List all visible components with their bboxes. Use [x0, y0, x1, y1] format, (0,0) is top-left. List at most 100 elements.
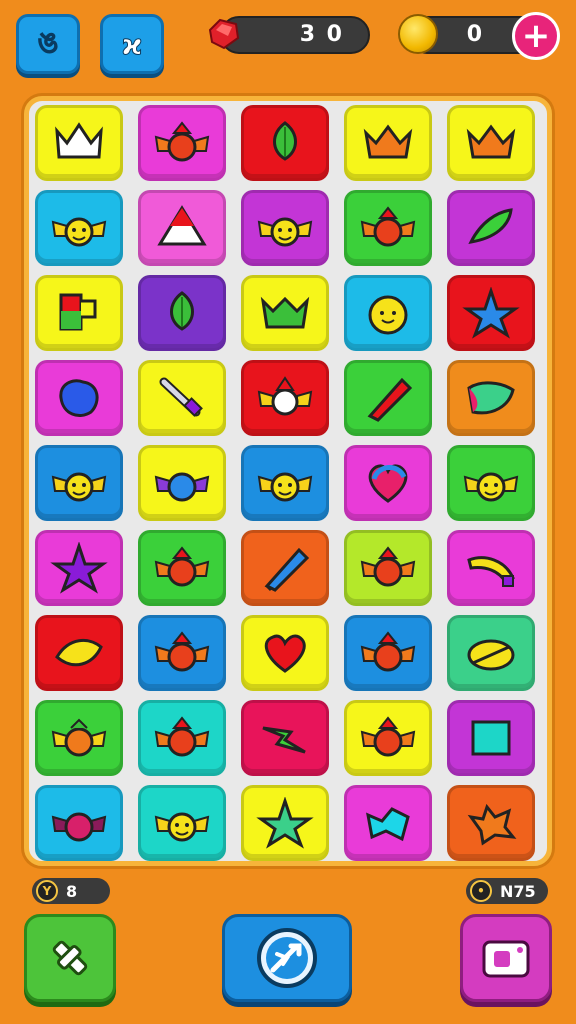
banana-icon	[467, 556, 515, 587]
heart-rainbow-icon	[368, 464, 408, 503]
winged-orange-icon	[51, 718, 107, 757]
game-tile[interactable]	[35, 105, 123, 181]
game-tile[interactable]	[35, 700, 123, 776]
game-tile[interactable]	[447, 190, 535, 266]
bulb-green-icon	[170, 291, 194, 331]
winged-white-icon	[257, 376, 313, 416]
winged-red-icon	[154, 546, 210, 587]
game-tile[interactable]	[241, 445, 329, 521]
game-tile[interactable]	[447, 615, 535, 691]
gem-count: 3 0	[299, 22, 344, 47]
game-tile[interactable]	[138, 785, 226, 861]
game-tile[interactable]	[447, 105, 535, 181]
game-tile[interactable]	[138, 530, 226, 606]
menu-button-b[interactable]: ϰ	[100, 14, 164, 74]
blob-cyan-icon	[366, 807, 410, 842]
add-coins-button[interactable]: +	[512, 12, 560, 60]
game-tile[interactable]	[138, 275, 226, 351]
crown-orange-icon	[363, 124, 413, 159]
game-tile[interactable]	[138, 615, 226, 691]
game-tile[interactable]	[35, 530, 123, 606]
game-tile[interactable]	[35, 190, 123, 266]
game-tile[interactable]	[447, 530, 535, 606]
game-tile[interactable]	[344, 105, 432, 181]
game-tile[interactable]	[344, 445, 432, 521]
tool-small-icon: Y	[36, 880, 58, 902]
winged-yellow-icon	[154, 812, 210, 842]
pencil-blue-icon	[264, 547, 310, 592]
wrench-icon	[52, 940, 88, 976]
game-tile[interactable]	[241, 530, 329, 606]
winged-red-icon	[154, 716, 210, 757]
game-tile[interactable]	[138, 105, 226, 181]
game-tile[interactable]	[241, 360, 329, 436]
coin-icon	[398, 14, 438, 54]
winged-red-icon	[360, 716, 416, 757]
game-tile[interactable]	[447, 785, 535, 861]
lemon-icon	[467, 639, 515, 671]
score-small-icon: •	[470, 880, 492, 902]
game-tile[interactable]	[241, 785, 329, 861]
winged-yellow-icon	[257, 217, 313, 247]
moves-counter: Y 8	[32, 878, 110, 904]
plus-icon: +	[521, 16, 551, 56]
star-green-icon	[256, 797, 314, 849]
camera-button[interactable]	[460, 914, 552, 1002]
square-teal-icon	[471, 720, 511, 756]
game-tile[interactable]	[138, 445, 226, 521]
game-tile[interactable]	[447, 700, 535, 776]
game-tile[interactable]	[138, 700, 226, 776]
bird-yellow-icon	[55, 638, 103, 667]
game-tile[interactable]	[138, 190, 226, 266]
game-tile[interactable]	[241, 700, 329, 776]
game-tile[interactable]	[241, 190, 329, 266]
winged-yellow-icon	[51, 217, 107, 247]
game-tile[interactable]	[344, 360, 432, 436]
score-counter: • N75	[466, 878, 548, 904]
game-tile[interactable]	[344, 785, 432, 861]
game-tile[interactable]	[344, 275, 432, 351]
winged-red-icon	[360, 631, 416, 672]
shuffle-icon	[257, 928, 317, 988]
zigzag-green-icon	[262, 726, 306, 754]
splat-orange-icon	[467, 803, 517, 846]
game-tile[interactable]	[447, 275, 535, 351]
game-tile[interactable]	[344, 700, 432, 776]
winged-red-icon	[154, 121, 210, 162]
score-value: N75	[500, 881, 536, 901]
menu-button-a[interactable]: ঙ	[16, 14, 80, 74]
game-tile[interactable]	[35, 275, 123, 351]
winged-yellow-icon	[463, 472, 519, 502]
winged-red-icon	[154, 631, 210, 672]
game-tile[interactable]	[447, 360, 535, 436]
blob-blue-icon	[59, 379, 99, 417]
coin-count: 0	[466, 22, 484, 47]
game-tile[interactable]	[447, 445, 535, 521]
heart-red-icon	[264, 634, 306, 673]
shuffle-button[interactable]	[222, 914, 352, 1002]
game-tile[interactable]	[35, 785, 123, 861]
game-tile[interactable]	[344, 530, 432, 606]
crown-green-icon	[260, 296, 310, 329]
sun-face-icon	[368, 295, 408, 335]
triangle-icon	[157, 205, 207, 246]
game-tile[interactable]	[241, 615, 329, 691]
winged-yellow-icon	[51, 472, 107, 502]
game-tile[interactable]	[35, 445, 123, 521]
game-tile[interactable]	[35, 615, 123, 691]
shield-green-icon	[467, 381, 515, 415]
crown-white-icon	[55, 122, 103, 159]
game-tile[interactable]	[35, 360, 123, 436]
camera-icon	[482, 940, 530, 978]
game-tile[interactable]	[241, 275, 329, 351]
bulb-green-icon	[273, 121, 297, 161]
game-tile[interactable]	[138, 360, 226, 436]
game-tile[interactable]	[344, 190, 432, 266]
game-tile[interactable]	[344, 615, 432, 691]
game-tile[interactable]	[241, 105, 329, 181]
winged-red-icon	[360, 206, 416, 247]
leaf-green-icon	[468, 208, 513, 244]
star-purple-icon	[50, 542, 108, 594]
flag-icon	[59, 293, 97, 331]
tool-button[interactable]	[24, 914, 116, 1002]
